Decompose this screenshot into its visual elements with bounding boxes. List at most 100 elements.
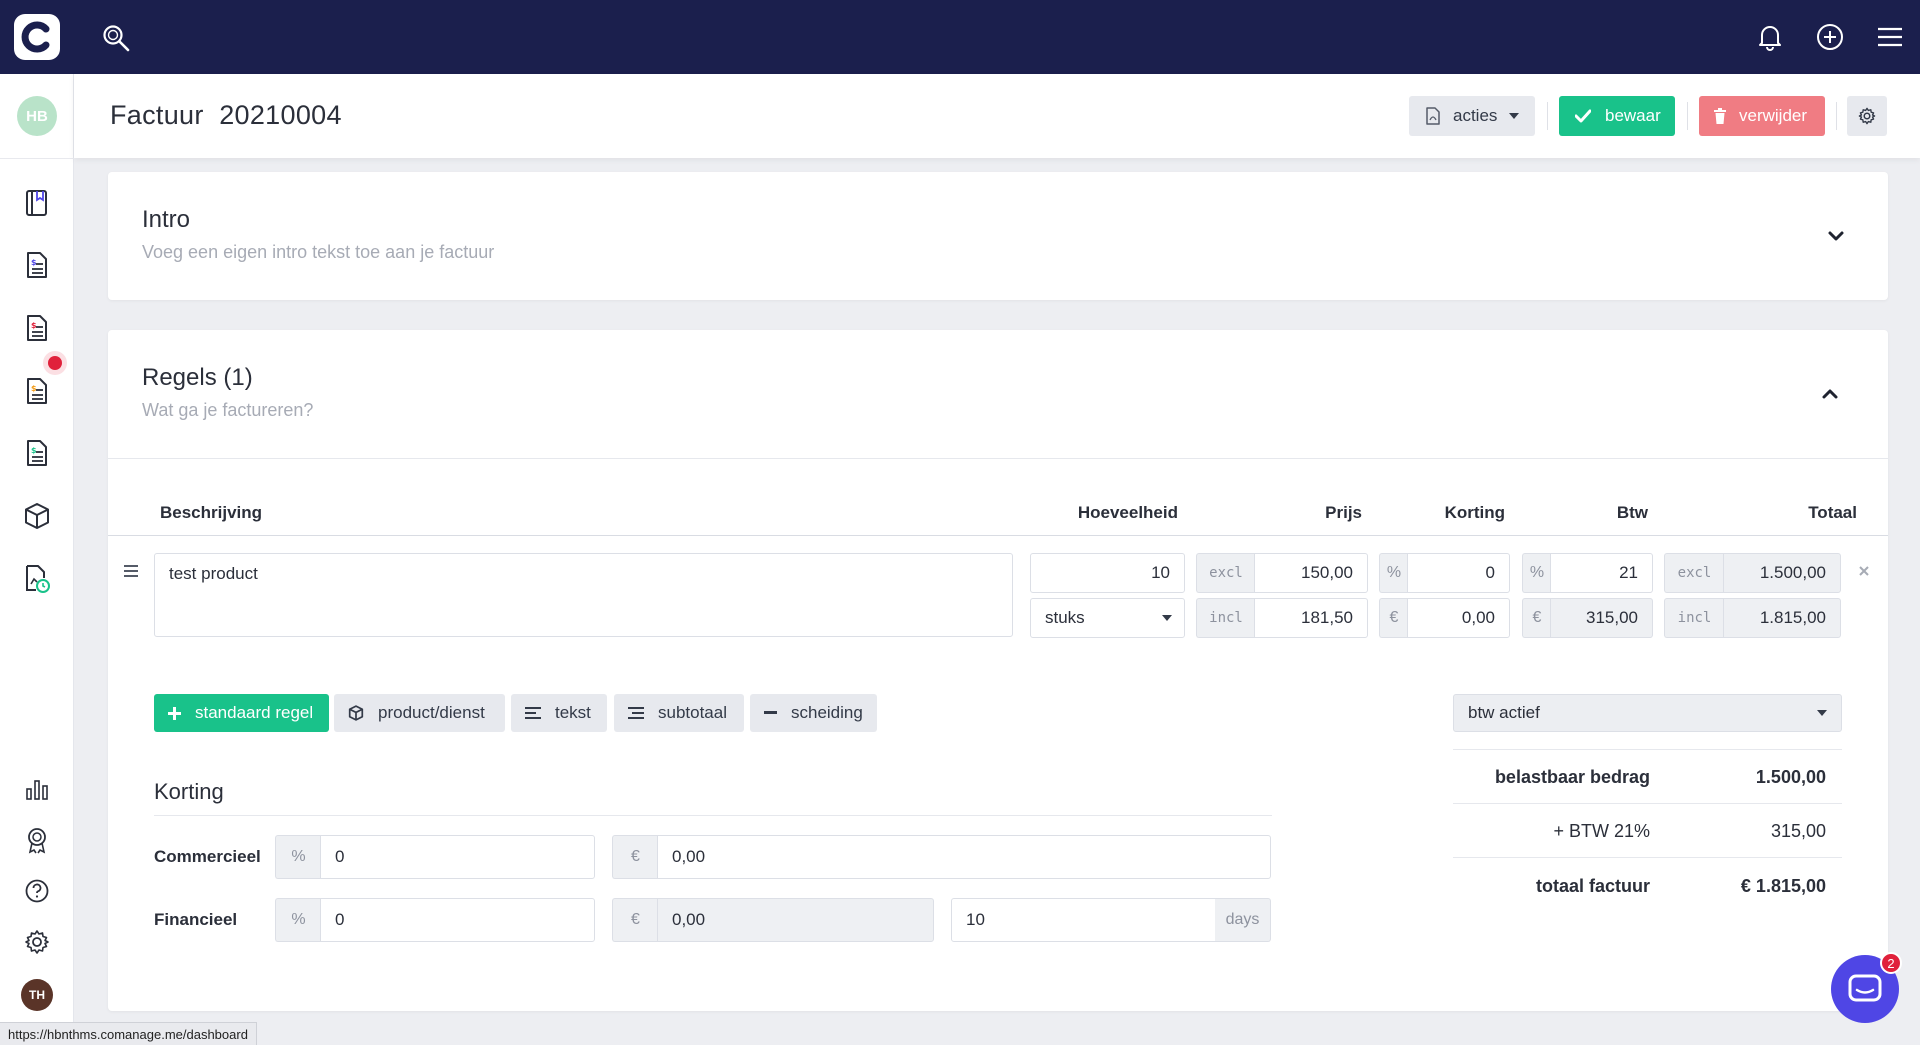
page-header: Factuur 20210004 acties bewaar verwijder bbox=[74, 74, 1920, 158]
line-unit-value: stuks bbox=[1045, 608, 1085, 627]
financial-days-field[interactable]: 10 bbox=[951, 898, 1216, 942]
commercial-pct-field[interactable]: 0 bbox=[320, 835, 595, 879]
add-text-line-button[interactable]: tekst bbox=[511, 694, 607, 732]
column-header-vat: Btw bbox=[1616, 503, 1648, 522]
section-divider bbox=[108, 458, 1888, 459]
account-avatar[interactable]: TH bbox=[21, 979, 53, 1011]
drag-handle-icon[interactable] bbox=[123, 564, 139, 578]
financial-pct-addon: % bbox=[275, 898, 321, 942]
chat-unread-badge: 2 bbox=[1880, 952, 1902, 974]
delete-button[interactable]: verwijder bbox=[1699, 96, 1825, 136]
caret-down-icon bbox=[1162, 615, 1172, 621]
add-text-line-label: tekst bbox=[555, 703, 591, 722]
svg-text:$: $ bbox=[31, 384, 37, 393]
menu-button[interactable] bbox=[1860, 0, 1920, 74]
minus-icon bbox=[764, 711, 777, 714]
discount-pct-field[interactable]: 0 bbox=[1407, 553, 1510, 593]
financial-pct-field[interactable]: 0 bbox=[320, 898, 595, 942]
intro-card[interactable]: Intro Voeg een eigen intro tekst toe aan… bbox=[108, 172, 1888, 300]
remove-line-icon[interactable] bbox=[1858, 565, 1870, 577]
discount-eur-field[interactable]: 0,00 bbox=[1407, 598, 1510, 638]
vat-pct-field[interactable]: 21 bbox=[1550, 553, 1653, 593]
search-icon bbox=[103, 25, 130, 52]
settings-button[interactable] bbox=[1847, 96, 1887, 136]
svg-text:$: $ bbox=[31, 258, 37, 267]
user-avatar[interactable]: HB bbox=[17, 96, 57, 136]
vat-amount-label: + BTW 21% bbox=[1553, 821, 1650, 841]
add-button[interactable] bbox=[1800, 0, 1860, 74]
commercial-eur-addon: € bbox=[612, 835, 658, 879]
sidebar-item-quotes[interactable]: $ bbox=[22, 250, 52, 280]
actions-dropdown-button[interactable]: acties bbox=[1409, 96, 1535, 136]
notifications-button[interactable] bbox=[1740, 0, 1800, 74]
line-unit-select[interactable]: stuks bbox=[1030, 598, 1185, 638]
svg-text:$: $ bbox=[31, 446, 37, 455]
sidebar-divider bbox=[0, 158, 74, 159]
sidebar-item-journal[interactable] bbox=[22, 188, 52, 218]
price-incl-addon: incl bbox=[1196, 598, 1255, 638]
total-excl-addon: excl bbox=[1664, 553, 1724, 593]
table-header-divider bbox=[108, 535, 1888, 536]
page-title: Factuur 20210004 bbox=[110, 100, 342, 130]
bell-icon bbox=[1759, 26, 1781, 51]
chevron-up-icon[interactable] bbox=[1820, 384, 1840, 404]
sidebar-item-statistics[interactable] bbox=[22, 774, 52, 804]
price-excl-field[interactable]: 150,00 bbox=[1254, 553, 1368, 593]
total-excl-value: 1.500,00 bbox=[1723, 553, 1841, 593]
price-incl-field[interactable]: 181,50 bbox=[1254, 598, 1368, 638]
financial-days-addon: days bbox=[1215, 898, 1271, 942]
financial-eur-addon: € bbox=[612, 898, 658, 942]
line-quantity-field[interactable]: 10 bbox=[1030, 553, 1185, 593]
hamburger-icon bbox=[1878, 27, 1902, 47]
column-header-price: Prijs bbox=[1325, 503, 1362, 522]
save-button[interactable]: bewaar bbox=[1559, 96, 1675, 136]
financial-eur-value: 0,00 bbox=[657, 898, 934, 942]
save-label: bewaar bbox=[1605, 106, 1661, 125]
sidebar-item-receipts[interactable]: $ bbox=[22, 438, 52, 468]
journal-icon bbox=[26, 190, 47, 216]
vat-amount-value: 315,00 bbox=[1770, 821, 1826, 841]
invoice-total-value: € 1.815,00 bbox=[1740, 876, 1826, 896]
total-incl-addon: incl bbox=[1664, 598, 1724, 638]
notification-dot bbox=[48, 356, 62, 370]
lines-title: Regels (1) bbox=[142, 364, 253, 391]
add-standard-line-button[interactable]: standaard regel bbox=[154, 694, 329, 732]
caret-down-icon bbox=[1509, 113, 1520, 119]
vat-pct-addon: % bbox=[1522, 553, 1551, 593]
taxable-amount-label: belastbaar bedrag bbox=[1494, 767, 1650, 787]
purchase-document-icon: $ bbox=[27, 378, 47, 404]
sidebar-item-help[interactable] bbox=[22, 876, 52, 906]
sidebar-item-time-reports[interactable] bbox=[22, 564, 52, 594]
add-product-line-button[interactable]: product/dienst bbox=[334, 694, 505, 732]
status-bar-url: https://hbnthms.comanage.me/dashboard bbox=[0, 1022, 257, 1045]
chevron-down-icon[interactable] bbox=[1826, 226, 1846, 246]
column-header-quantity: Hoeveelheid bbox=[1077, 503, 1178, 522]
line-description-field[interactable]: test product bbox=[154, 553, 1013, 637]
search-button[interactable] bbox=[102, 24, 130, 57]
sidebar-item-purchases[interactable]: $ bbox=[22, 376, 52, 406]
caret-down-icon bbox=[1817, 710, 1827, 716]
award-icon bbox=[28, 828, 46, 854]
add-separator-line-button[interactable]: scheiding bbox=[750, 694, 877, 732]
add-standard-line-label: standaard regel bbox=[195, 703, 314, 722]
app-logo[interactable] bbox=[14, 14, 60, 60]
sidebar-item-products[interactable] bbox=[22, 501, 52, 531]
vat-mode-value: btw actief bbox=[1468, 703, 1540, 722]
add-subtotal-line-button[interactable]: subtotaal bbox=[614, 694, 744, 732]
box-icon bbox=[25, 503, 49, 529]
vat-mode-select[interactable]: btw actief bbox=[1453, 694, 1842, 732]
header-divider bbox=[1687, 102, 1688, 130]
commercial-eur-field[interactable]: 0,00 bbox=[657, 835, 1271, 879]
sidebar-item-settings[interactable] bbox=[22, 927, 52, 957]
document-dollar-icon: $ bbox=[27, 252, 47, 278]
gear-icon bbox=[25, 930, 49, 954]
discount-pct-addon: % bbox=[1379, 553, 1408, 593]
sidebar-item-invoices[interactable]: $ bbox=[22, 313, 52, 343]
sidebar-item-rewards[interactable] bbox=[22, 825, 52, 855]
add-product-line-label: product/dienst bbox=[378, 703, 485, 722]
header-divider bbox=[1547, 102, 1548, 130]
column-header-description: Beschrijving bbox=[160, 503, 263, 522]
pdf-file-icon bbox=[1426, 107, 1440, 125]
check-icon bbox=[1575, 109, 1591, 123]
add-subtotal-line-label: subtotaal bbox=[658, 703, 727, 722]
